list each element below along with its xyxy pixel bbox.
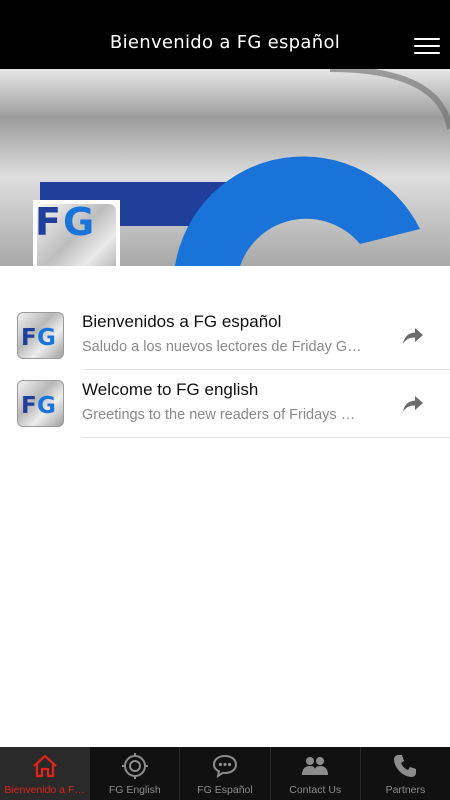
fg-logo-icon: F G [17,312,64,359]
list-item[interactable]: F G Welcome to FG english Greetings to t… [0,370,450,438]
list-item-title: Bienvenidos a FG español [82,312,282,331]
svg-text:F: F [37,204,58,240]
divider [82,437,450,438]
list-item-subtitle: Greetings to the new readers of Fridays … [82,407,356,423]
bottom-tab-bar: Bienvenido a F… FG English FG Español Co… [0,747,450,800]
tab-label: Partners [385,784,426,796]
share-arrow-icon[interactable] [401,324,425,348]
tab-partners[interactable]: Partners [359,747,450,800]
fg-logo-icon: F G [35,200,116,266]
tab-label: FG English [108,784,161,796]
svg-text:F: F [21,325,35,348]
home-icon [30,751,60,781]
share-arrow-icon[interactable] [401,392,425,416]
svg-text:G: G [37,325,56,348]
app-header: Bienvenido a FG español [0,0,450,69]
tab-contact-us[interactable]: Contact Us [269,747,360,800]
globe-icon [120,751,150,781]
chat-bubble-icon [210,751,240,781]
phone-icon [390,751,420,781]
cover-banner: F G [0,69,450,266]
post-list: F G Bienvenidos a FG español Saludo a lo… [0,302,450,438]
tab-fg-espanol[interactable]: FG Español [179,747,269,800]
svg-text:G: G [37,393,56,416]
svg-text:G: G [63,204,94,240]
list-item-subtitle: Saludo a los nuevos lectores de Friday G… [82,339,362,355]
tab-home[interactable]: Bienvenido a F… [0,747,90,800]
people-icon [300,751,330,781]
tab-label: Bienvenido a F… [4,784,85,796]
svg-text:F: F [21,393,35,416]
list-item-title: Welcome to FG english [82,380,259,399]
hamburger-menu-icon[interactable] [414,38,440,54]
tab-label: Contact Us [289,784,342,796]
profile-logo: F G [33,200,120,266]
page-title: Bienvenido a FG español [109,32,341,53]
fg-logo-icon: F G [17,380,64,427]
tab-label: FG Español [197,784,253,796]
list-item[interactable]: F G Bienvenidos a FG español Saludo a lo… [0,302,450,370]
tab-fg-english[interactable]: FG English [89,747,179,800]
